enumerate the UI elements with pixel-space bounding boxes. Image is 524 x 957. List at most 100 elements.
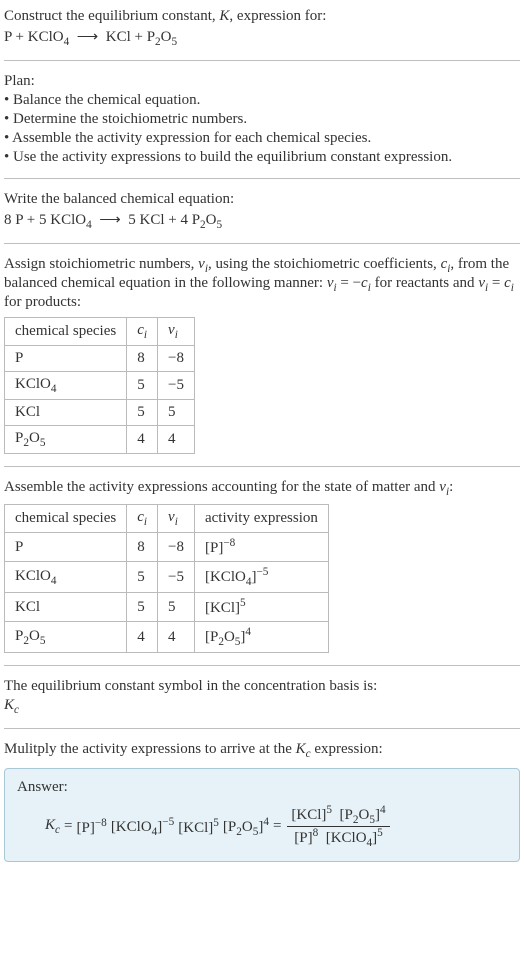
text: [P <box>340 807 353 823</box>
equals: = <box>64 818 72 835</box>
cell-activity: [P]−8 <box>194 533 328 562</box>
nu-symbol: ν <box>439 479 446 495</box>
subscript: i <box>144 516 147 528</box>
text: Mulitply the activity expressions to arr… <box>4 741 296 757</box>
term: [KCl]5 <box>178 817 219 837</box>
k-symbol: K <box>45 817 55 833</box>
cell-nui: −5 <box>158 372 195 400</box>
k-symbol: K <box>4 697 14 713</box>
subscript: i <box>511 282 514 294</box>
superscript: 5 <box>326 804 332 816</box>
text: O <box>29 430 40 446</box>
divider <box>4 243 520 244</box>
cell-nui: 4 <box>158 622 195 653</box>
cell-nui: 4 <box>158 426 195 454</box>
table-row: P 8 −8 <box>5 346 195 372</box>
table-row: KClO4 5 −5 [KClO4]−5 <box>5 562 329 593</box>
k-symbol: K <box>296 741 306 757</box>
col-nui: νi <box>158 318 195 346</box>
text: , expression for: <box>229 8 326 24</box>
cell-activity: [KClO4]−5 <box>194 562 328 593</box>
term: [P2O5]4 <box>223 816 269 838</box>
plan-bullet: • Use the activity expressions to build … <box>4 149 520 166</box>
term: [KClO4]−5 <box>111 816 174 838</box>
subscript: 5 <box>40 437 46 449</box>
text: [P] <box>76 820 94 836</box>
cell-species: KClO4 <box>5 562 127 593</box>
cell-ci: 5 <box>127 372 158 400</box>
text: O <box>29 628 40 644</box>
unbalanced-equation: P + KClO4 ⟶ KCl + P2O5 <box>4 27 520 48</box>
text: KClO <box>15 376 51 392</box>
text: for reactants and <box>371 275 478 291</box>
multiply-paragraph: Mulitply the activity expressions to arr… <box>4 741 520 760</box>
superscript: 4 <box>245 626 251 638</box>
rhs: KCl + P <box>106 29 155 45</box>
text: [P] <box>205 540 223 556</box>
table-header-row: chemical species ci νi <box>5 318 195 346</box>
equals: = <box>273 818 281 835</box>
nu-symbol: ν <box>168 322 175 338</box>
cell-species: P <box>5 533 127 562</box>
col-nui: νi <box>158 505 195 533</box>
text: [KClO <box>326 830 367 846</box>
plan-heading: Plan: <box>4 73 520 90</box>
answer-box: Answer: Kc = [P]−8 [KClO4]−5 [KCl]5 [P2O… <box>4 768 520 862</box>
cell-species: P2O5 <box>5 426 127 454</box>
cell-ci: 4 <box>127 622 158 653</box>
arrow-icon: ⟶ <box>99 212 121 228</box>
cell-ci: 8 <box>127 346 158 372</box>
table-row: KCl 5 5 [KCl]5 <box>5 593 329 622</box>
nu-symbol: ν <box>198 256 205 272</box>
subscript: 4 <box>86 219 92 231</box>
arrow-icon: ⟶ <box>77 29 99 45</box>
subscript: i <box>144 329 147 341</box>
cell-nui: 5 <box>158 593 195 622</box>
text: [P <box>223 819 236 835</box>
text: Construct the equilibrium constant, <box>4 8 219 24</box>
rhs: 5 KCl + 4 P <box>128 212 200 228</box>
cell-activity: [KCl]5 <box>194 593 328 622</box>
plan-bullet: • Assemble the activity expression for e… <box>4 130 520 147</box>
subscript: 5 <box>217 219 223 231</box>
text: [KClO <box>205 569 246 585</box>
text: O <box>242 819 253 835</box>
cell-species: KCl <box>5 593 127 622</box>
cell-species: KClO4 <box>5 372 127 400</box>
nu-symbol: ν <box>168 509 175 525</box>
activity-table: chemical species ci νi activity expressi… <box>4 504 329 653</box>
text: [P] <box>294 830 312 846</box>
superscript: 5 <box>377 827 383 839</box>
nu-symbol: ν <box>478 275 485 291</box>
superscript: 5 <box>213 817 219 829</box>
cell-activity: [P2O5]4 <box>194 622 328 653</box>
subscript: i <box>175 516 178 528</box>
divider <box>4 665 520 666</box>
rhs: O <box>161 29 172 45</box>
divider <box>4 466 520 467</box>
stoichiometry-table: chemical species ci νi P 8 −8 KClO4 5 −5… <box>4 317 195 454</box>
cell-ci: 5 <box>127 562 158 593</box>
text: [KCl] <box>205 600 240 616</box>
subscript: c <box>55 824 60 836</box>
term: [P]−8 <box>76 817 106 837</box>
subscript: 5 <box>40 635 46 647</box>
subscript: i <box>175 329 178 341</box>
col-species: chemical species <box>5 318 127 346</box>
col-ci: ci <box>127 505 158 533</box>
text: [KCl] <box>178 820 213 836</box>
denominator: [P]8 [KClO4]5 <box>287 826 389 849</box>
subscript: 4 <box>51 575 57 587</box>
cell-ci: 5 <box>127 400 158 426</box>
kc-symbol: Kc <box>45 817 60 836</box>
divider <box>4 60 520 61</box>
balanced-equation: 8 P + 5 KClO4 ⟶ 5 KCl + 4 P2O5 <box>4 210 520 231</box>
subscript: 4 <box>64 36 70 48</box>
lhs: P + KClO <box>4 29 64 45</box>
table-row: P2O5 4 4 <box>5 426 195 454</box>
table-row: P2O5 4 4 [P2O5]4 <box>5 622 329 653</box>
plan-bullet: • Balance the chemical equation. <box>4 92 520 109</box>
text: [KClO <box>111 819 152 835</box>
text: Assign stoichiometric numbers, <box>4 256 198 272</box>
col-species: chemical species <box>5 505 127 533</box>
